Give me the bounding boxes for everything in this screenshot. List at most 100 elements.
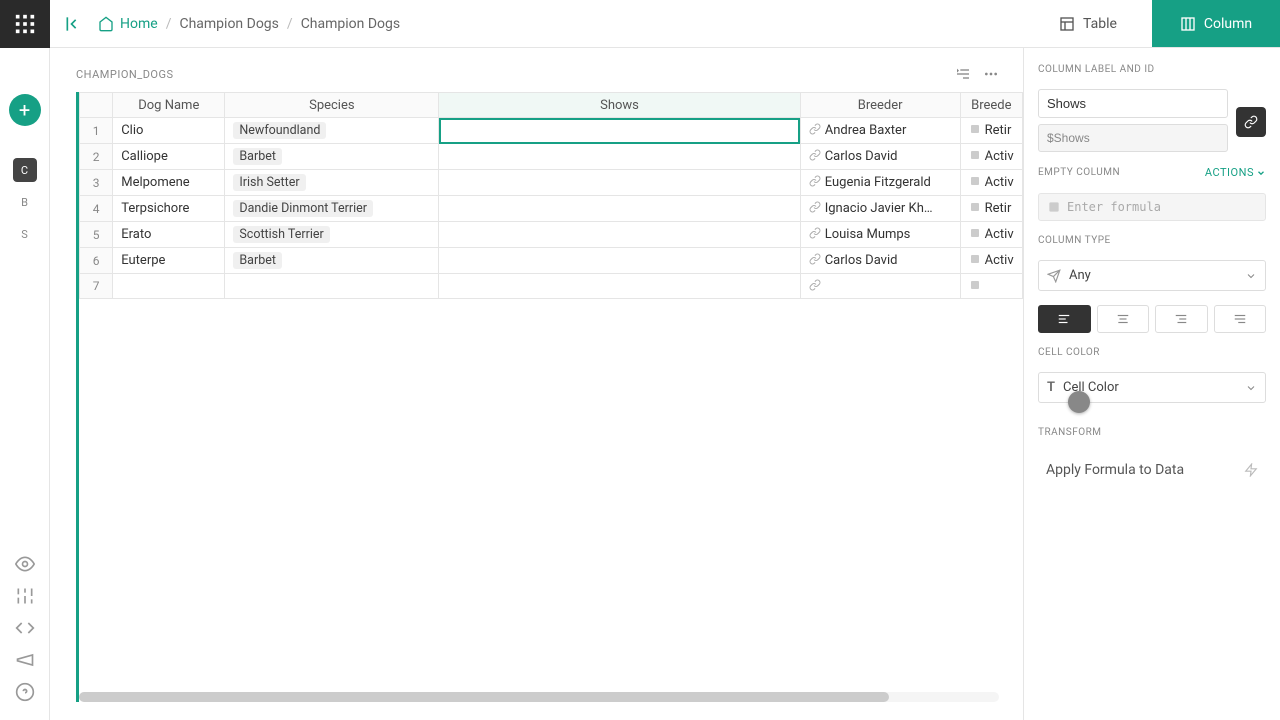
cell-status[interactable]: Activ	[960, 222, 1022, 248]
cell-dog-name[interactable]: Terpsichore	[113, 196, 225, 222]
table-row[interactable]: 3MelpomeneIrish SetterEugenia Fitzgerald…	[80, 170, 1023, 196]
cell-species[interactable]: Scottish Terrier	[225, 222, 439, 248]
announcement-icon[interactable]	[15, 650, 35, 670]
align-left-button[interactable]	[1038, 305, 1091, 333]
cell-breeder[interactable]: Ignacio Javier Kh…	[800, 196, 960, 222]
cell-breeder[interactable]: Andrea Baxter	[800, 118, 960, 144]
section-label: CELL COLOR	[1038, 347, 1266, 358]
table-area: CHAMPION_DOGS Dog Name Species	[50, 48, 1024, 720]
cell-species[interactable]: Newfoundland	[225, 118, 439, 144]
table-row[interactable]: 1ClioNewfoundlandAndrea BaxterRetir	[80, 118, 1023, 144]
tab-column[interactable]: Column	[1152, 0, 1280, 47]
cell-status[interactable]: Retir	[960, 196, 1022, 222]
add-button[interactable]: +	[9, 94, 41, 126]
cell-dog-name[interactable]: Erato	[113, 222, 225, 248]
cell-shows[interactable]	[439, 248, 800, 274]
breadcrumb-home[interactable]: Home	[98, 16, 158, 32]
cell-color-prefix-icon: T	[1047, 380, 1055, 395]
cell-status[interactable]	[960, 274, 1022, 299]
cell-status[interactable]: Activ	[960, 144, 1022, 170]
data-table[interactable]: Dog Name Species Shows Breeder Breede 1C…	[79, 92, 1023, 299]
formula-input[interactable]: Enter formula	[1038, 193, 1266, 221]
filter-icon[interactable]	[955, 66, 971, 82]
horizontal-scrollbar[interactable]	[79, 692, 999, 702]
cell-species[interactable]: Barbet	[225, 144, 439, 170]
column-type-select[interactable]: Any	[1038, 260, 1266, 291]
align-group	[1038, 305, 1266, 333]
cell-status[interactable]: Retir	[960, 118, 1022, 144]
col-header[interactable]: Breede	[960, 93, 1022, 118]
col-header[interactable]: Dog Name	[113, 93, 225, 118]
actions-dropdown[interactable]: ACTIONS	[1205, 166, 1266, 179]
column-label-input[interactable]	[1038, 89, 1228, 118]
table-row[interactable]: 6EuterpeBarbetCarlos DavidActiv	[80, 248, 1023, 274]
section-label: TRANSFORM	[1038, 427, 1266, 438]
sliders-icon[interactable]	[15, 586, 35, 606]
link-column-button[interactable]	[1236, 107, 1266, 137]
cell-dog-name[interactable]: Euterpe	[113, 248, 225, 274]
align-center-button[interactable]	[1097, 305, 1150, 333]
align-right-button[interactable]	[1155, 305, 1208, 333]
cell-breeder[interactable]: Louisa Mumps	[800, 222, 960, 248]
right-panel: Table Column COLUMN LABEL AND ID	[1024, 48, 1280, 720]
col-rownum	[80, 93, 113, 118]
actions-label: ACTIONS	[1205, 166, 1254, 179]
cell-status[interactable]: Activ	[960, 170, 1022, 196]
cell-breeder[interactable]	[800, 274, 960, 299]
cell-species[interactable]: Dandie Dinmont Terrier	[225, 196, 439, 222]
cell-shows[interactable]	[439, 118, 800, 144]
breadcrumb-sep: /	[287, 16, 293, 32]
cell-shows[interactable]	[439, 144, 800, 170]
code-icon[interactable]	[15, 618, 35, 638]
col-header-selected[interactable]: Shows	[439, 93, 800, 118]
help-icon[interactable]	[15, 682, 35, 702]
formula-placeholder: Enter formula	[1067, 200, 1161, 214]
breadcrumb: Home / Champion Dogs / Champion Dogs	[98, 16, 400, 32]
cell-dog-name[interactable]: Melpomene	[113, 170, 225, 196]
table-row[interactable]: 4TerpsichoreDandie Dinmont Terrier Ignaci…	[80, 196, 1023, 222]
breadcrumb-home-label: Home	[120, 16, 158, 32]
table-row[interactable]: 5EratoScottish TerrierLouisa MumpsActiv	[80, 222, 1023, 248]
apply-formula-label: Apply Formula to Data	[1046, 462, 1184, 478]
tab-column-label: Column	[1204, 16, 1252, 32]
column-id-input[interactable]	[1038, 124, 1228, 152]
cell-shows[interactable]	[439, 196, 800, 222]
cell-species[interactable]	[225, 274, 439, 299]
breadcrumb-parent[interactable]: Champion Dogs	[179, 16, 278, 32]
align-justify-button[interactable]	[1214, 305, 1267, 333]
more-icon[interactable]	[983, 66, 999, 82]
col-header[interactable]: Species	[225, 93, 439, 118]
cell-breeder[interactable]: Eugenia Fitzgerald	[800, 170, 960, 196]
app-logo[interactable]	[0, 0, 50, 48]
tab-table[interactable]: Table	[1024, 0, 1152, 47]
col-header[interactable]: Breeder	[800, 93, 960, 118]
section-label: COLUMN TYPE	[1038, 235, 1266, 246]
cell-dog-name[interactable]: Calliope	[113, 144, 225, 170]
cell-shows[interactable]	[439, 170, 800, 196]
cell-breeder[interactable]: Carlos David	[800, 248, 960, 274]
row-number: 4	[80, 196, 113, 222]
table-row[interactable]: 2CalliopeBarbet Carlos DavidActiv	[80, 144, 1023, 170]
section-label: COLUMN LABEL AND ID	[1038, 64, 1266, 75]
cell-shows[interactable]	[439, 222, 800, 248]
apply-formula-button[interactable]: Apply Formula to Data	[1038, 452, 1266, 488]
eye-icon[interactable]	[15, 554, 35, 574]
tab-table-label: Table	[1083, 16, 1117, 32]
cell-dog-name[interactable]: Clio	[113, 118, 225, 144]
cell-shows[interactable]	[439, 274, 800, 299]
cell-dog-name[interactable]	[113, 274, 225, 299]
row-number: 2	[80, 144, 113, 170]
cell-species[interactable]: Barbet	[225, 248, 439, 274]
cursor-indicator	[1068, 391, 1090, 413]
cell-species[interactable]: Irish Setter	[225, 170, 439, 196]
breadcrumb-current[interactable]: Champion Dogs	[301, 16, 400, 32]
sidebar-item-s[interactable]: S	[13, 222, 37, 246]
left-sidebar: + C B S	[0, 0, 50, 720]
collapse-icon[interactable]	[64, 14, 84, 34]
cell-status[interactable]: Activ	[960, 248, 1022, 274]
table-row[interactable]: 7	[80, 274, 1023, 299]
column-type-value: Any	[1069, 268, 1091, 283]
sidebar-item-b[interactable]: B	[13, 190, 37, 214]
sidebar-item-c[interactable]: C	[13, 158, 37, 182]
cell-breeder[interactable]: Carlos David	[800, 144, 960, 170]
